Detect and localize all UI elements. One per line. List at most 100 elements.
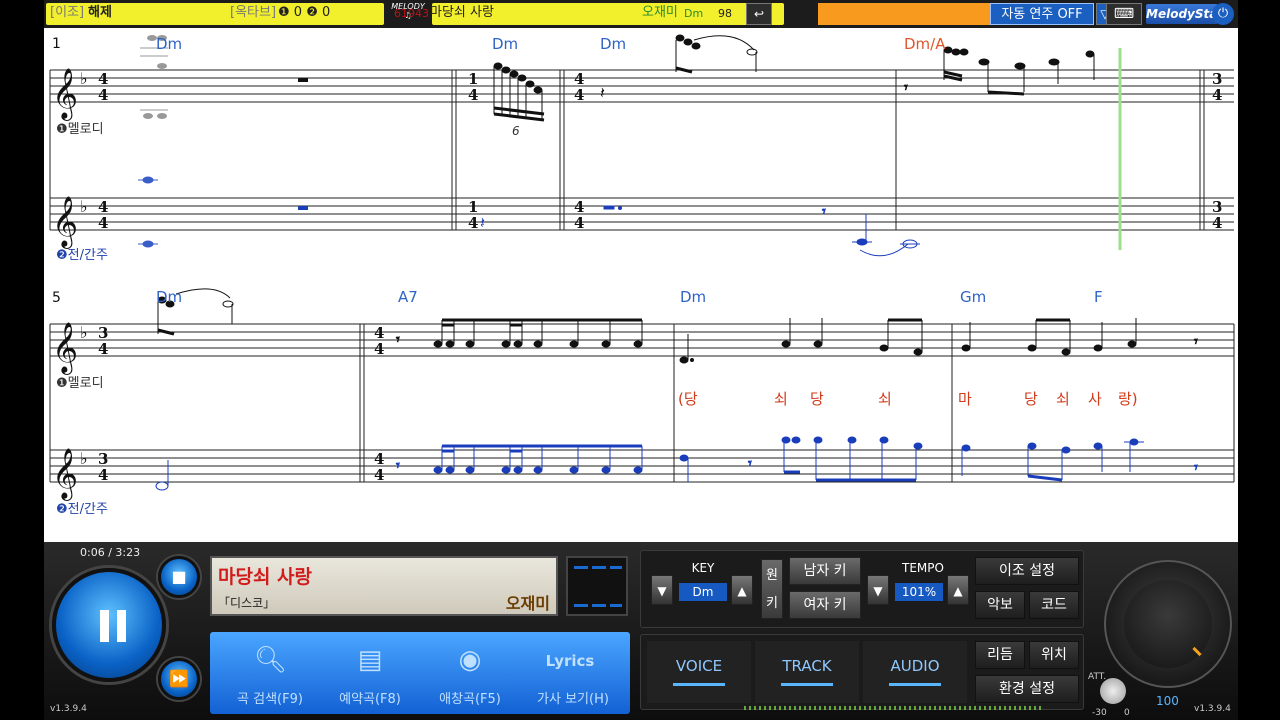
volume-knob-center xyxy=(1124,580,1212,668)
chord-symbol: Dm xyxy=(156,288,183,306)
svg-text:𝄾: 𝄾 xyxy=(748,456,752,472)
octave-label: [옥타브] xyxy=(230,5,277,20)
now-playing-title: 마당쇠 사랑 xyxy=(218,566,313,588)
lyric-syllable: 사 xyxy=(1088,390,1102,408)
tempo-up-button[interactable]: ▲ xyxy=(947,575,969,605)
stop-icon: ■ xyxy=(171,567,187,586)
key-label: KEY xyxy=(691,561,715,575)
chord-symbol: Gm xyxy=(960,288,987,306)
svg-text:𝄞: 𝄞 xyxy=(52,322,78,375)
sheet-music: 𝄞 𝄞 𝄞 𝄞 ♭ ♭ ♭ ♭ 44 44 14 14 44 44 34 34 34 34 … xyxy=(44,28,1238,542)
chord-symbol: Dm xyxy=(600,35,627,53)
chord-button[interactable]: 코드 xyxy=(1029,591,1079,619)
key-up-button[interactable]: ▲ xyxy=(731,575,753,605)
view-lyrics-button[interactable]: Lyrics 가사 보기(H) xyxy=(520,632,626,714)
female-key-button[interactable]: 여자 키 xyxy=(789,591,861,619)
stop-button[interactable]: ■ xyxy=(158,556,200,598)
svg-text:𝄾: 𝄾 xyxy=(1194,460,1198,476)
fast-forward-button[interactable]: ⏩ xyxy=(158,658,200,700)
song-search-button[interactable]: 🔍︎ 곡 검색(F9) xyxy=(220,632,320,714)
tab-label: TRACK xyxy=(782,657,832,675)
keyboard-icon[interactable]: ⌨ xyxy=(1106,3,1142,25)
sheet-music-button[interactable]: 악보 xyxy=(975,591,1025,619)
singer-name: 오재미 xyxy=(642,5,678,20)
measure-number: 5 xyxy=(52,290,61,306)
att-min-label: -30 xyxy=(1092,708,1107,718)
attenuation-knob[interactable] xyxy=(1100,678,1126,704)
svg-text:4: 4 xyxy=(574,86,584,104)
lyric-syllable: 쇠 xyxy=(774,390,788,408)
chord-symbol: Dm xyxy=(680,288,707,306)
tab-label: AUDIO xyxy=(890,657,940,675)
top-status-bar: [이조] 해제 [옥타브] ❶ 0 ❷ 0 MELODY ♫ 61943 마당쇠 … xyxy=(44,0,1238,28)
nav-label: 가사 보기(H) xyxy=(537,692,609,707)
svg-text:♭: ♭ xyxy=(80,197,88,216)
svg-text:4: 4 xyxy=(468,214,478,232)
audio-visualizer xyxy=(566,556,628,616)
staff-graphics: 𝄞𝄞𝄞𝄞 ♭♭♭♭ 44 44 14 14 44 44 34 34 34 34 … xyxy=(49,34,1235,501)
tempo-down-button[interactable]: ▼ xyxy=(867,575,889,605)
lyric-syllable: 쇠 xyxy=(1056,390,1070,408)
tab-audio[interactable]: AUDIO xyxy=(863,641,967,703)
chord-symbol: Dm xyxy=(156,35,183,53)
svg-text:𝄞: 𝄞 xyxy=(52,448,78,501)
tuplet-label: 6 xyxy=(512,124,520,138)
version-label: v1.3.9.4 xyxy=(50,704,87,714)
lyric-syllable: 랑) xyxy=(1118,390,1138,408)
track-tab-panel: VOICE TRACK AUDIO 리듬 위치 환경 설정 xyxy=(640,634,1084,710)
reserved-songs-button[interactable]: ▤ 예약곡(F8) xyxy=(320,632,420,714)
male-key-button[interactable]: 남자 키 xyxy=(789,557,861,585)
song-number: 61943 xyxy=(394,7,429,20)
lyrics-icon: Lyrics xyxy=(545,652,595,670)
nav-label: 예약곡(F8) xyxy=(339,692,401,707)
svg-text:4: 4 xyxy=(98,86,108,104)
brand-logo: MelodyStar xyxy=(1146,4,1223,24)
key-value-display: Dm xyxy=(679,583,727,601)
svg-text:4: 4 xyxy=(98,466,108,484)
now-playing-genre: 「디스코」 xyxy=(218,596,276,610)
svg-text:𝄞: 𝄞 xyxy=(52,68,78,121)
svg-text:♭: ♭ xyxy=(80,449,88,468)
now-playing-box: 마당쇠 사랑 「디스코」 오재미 xyxy=(210,556,558,616)
tab-track[interactable]: TRACK xyxy=(755,641,859,703)
svg-text:4: 4 xyxy=(468,86,478,104)
key-value: Dm xyxy=(684,7,704,20)
pause-button[interactable] xyxy=(52,568,166,682)
melody-track-label: ❶멜로디 xyxy=(56,376,104,391)
svg-text:𝄾: 𝄾 xyxy=(1194,334,1198,350)
svg-text:4: 4 xyxy=(98,340,108,358)
svg-text:𝄽: 𝄽 xyxy=(600,83,605,102)
main-nav-bar: 🔍︎ 곡 검색(F9) ▤ 예약곡(F8) ◉ 애창곡(F5) Lyrics 가… xyxy=(210,632,630,714)
volume-knob[interactable] xyxy=(1104,560,1232,688)
level-meter xyxy=(744,706,1044,710)
tab-label: VOICE xyxy=(675,657,723,675)
song-title: 마당쇠 사랑 xyxy=(430,5,494,20)
return-icon[interactable]: ↩ xyxy=(746,3,772,25)
svg-text:𝄾: 𝄾 xyxy=(904,80,908,96)
svg-text:𝄾: 𝄾 xyxy=(396,332,400,348)
svg-text:4: 4 xyxy=(98,214,108,232)
environment-settings-button[interactable]: 환경 설정 xyxy=(975,675,1079,703)
tab-voice[interactable]: VOICE xyxy=(647,641,751,703)
chord-symbol: F xyxy=(1094,288,1103,306)
player-control-panel: 0:06 / 3:23 ■ ⏩ v1.3.9.4 마당쇠 사랑 「디스코」 오재… xyxy=(44,542,1238,720)
svg-text:4: 4 xyxy=(374,340,384,358)
accomp-track-label: ❷전/간주 xyxy=(56,502,108,517)
power-icon[interactable]: ⏻ xyxy=(1212,3,1234,25)
svg-text:4: 4 xyxy=(374,466,384,484)
favorite-songs-button[interactable]: ◉ 애창곡(F5) xyxy=(420,632,520,714)
octave-value: ❶ 0 ❷ 0 xyxy=(278,5,331,20)
lyric-syllable: (당 xyxy=(678,390,698,408)
autoplay-toggle-button[interactable]: 자동 연주 OFF xyxy=(990,3,1094,25)
svg-text:𝄾: 𝄾 xyxy=(396,458,400,474)
transpose-settings-button[interactable]: 이조 설정 xyxy=(975,557,1079,585)
melody-track-label: ❶멜로디 xyxy=(56,122,104,137)
position-button[interactable]: 위치 xyxy=(1029,641,1079,669)
original-key-button[interactable]: 원 키 xyxy=(761,559,783,619)
lyric-syllable: 마 xyxy=(958,390,972,408)
measure-number: 1 xyxy=(52,36,61,52)
svg-text:4: 4 xyxy=(1212,214,1222,232)
rhythm-button[interactable]: 리듬 xyxy=(975,641,1025,669)
search-icon: 🔍︎ xyxy=(254,645,288,675)
key-down-button[interactable]: ▼ xyxy=(651,575,673,605)
